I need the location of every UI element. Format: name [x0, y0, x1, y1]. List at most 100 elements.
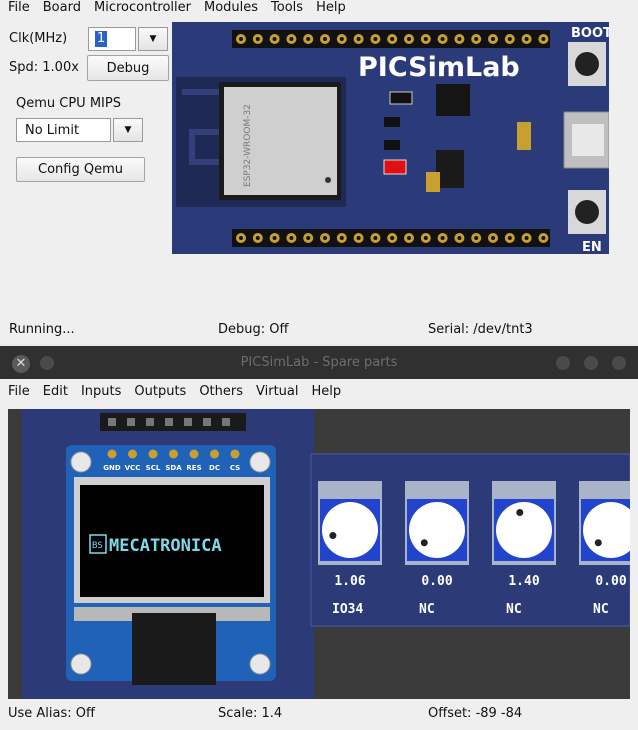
oled-pin-label: DC — [209, 464, 220, 472]
menu-inputs[interactable]: Inputs — [73, 384, 126, 400]
status-scale: Scale: 1.4 — [218, 706, 283, 721]
regulator-chip — [436, 150, 464, 188]
workspace-graphic: GND VCC SCL SDA RES DC CS BS MECATRONICA 1.06 I… — [22, 409, 638, 699]
pot-knob[interactable] — [409, 502, 465, 558]
header-pin — [184, 418, 192, 426]
top-pin-header — [232, 30, 550, 48]
menu-modules[interactable]: Modules — [196, 0, 263, 16]
config-qemu-button[interactable]: Config Qemu — [16, 157, 145, 182]
oled-pin-pad — [230, 449, 240, 459]
module-shield — [224, 87, 337, 195]
pin-hole — [507, 37, 512, 41]
oled-pin-label: CS — [230, 464, 240, 472]
status-running: Running... — [9, 322, 75, 337]
pin-hole — [339, 236, 344, 240]
menu-board[interactable]: Board — [35, 0, 86, 16]
pin-hole — [339, 37, 344, 41]
clk-select[interactable]: 1 — [88, 27, 136, 51]
qemu-dropdown-button[interactable]: ▼ — [113, 118, 143, 142]
parts-workspace[interactable]: GND VCC SCL SDA RES DC CS BS MECATRONICA 1.06 I… — [8, 409, 638, 699]
pot-pin-label: NC — [419, 602, 435, 617]
pin-hole — [239, 236, 243, 240]
pot-knob[interactable] — [496, 502, 552, 558]
menu-others[interactable]: Others — [191, 384, 248, 400]
oled-text: MECATRONICA — [109, 536, 222, 556]
regulator-tab — [426, 172, 440, 192]
pot-pin-label: NC — [593, 602, 609, 617]
flex-cable — [132, 613, 216, 685]
clk-label: Clk(MHz) — [9, 31, 68, 46]
header-pin — [127, 418, 135, 426]
menu-microcontroller[interactable]: Microcontroller — [86, 0, 196, 16]
board-title: PICSimLab — [358, 52, 520, 83]
minimize-icon[interactable] — [556, 356, 570, 370]
esp32-board[interactable]: ESP32-WROOM-32 PICSimLab BOOT EN — [172, 22, 612, 255]
oled-pin-pad — [169, 449, 178, 459]
oled-pin-pad — [128, 449, 137, 459]
maximize-icon[interactable] — [584, 356, 598, 370]
pot-indicator — [516, 508, 524, 516]
menu-file[interactable]: File — [0, 0, 35, 16]
oled-pin-label: VCC — [125, 464, 141, 472]
usb-uart-chip — [436, 84, 470, 116]
pin-hole — [323, 37, 327, 41]
pin-hole — [373, 236, 378, 240]
menu-outputs[interactable]: Outputs — [126, 384, 191, 400]
debug-button[interactable]: Debug — [87, 55, 169, 81]
oled-pin-pad — [107, 449, 117, 459]
pin-hole — [423, 236, 428, 240]
oled-logo: BS — [92, 541, 103, 551]
en-label: EN — [582, 240, 602, 254]
pin-hole — [356, 236, 361, 240]
board-graphic: ESP32-WROOM-32 PICSimLab BOOT EN — [176, 26, 612, 255]
menu-help[interactable]: Help — [308, 0, 351, 16]
oled-pin-label: SDA — [165, 464, 182, 472]
smd-component — [384, 117, 400, 127]
pin-hole — [440, 236, 445, 240]
mount-hole — [249, 451, 271, 473]
pin-hole — [272, 37, 277, 41]
mount-hole — [70, 451, 92, 473]
en-button-cap[interactable] — [575, 200, 599, 224]
pin-hole — [306, 236, 311, 240]
pin-hole — [407, 236, 411, 240]
header-pin — [146, 418, 154, 426]
pin-hole — [390, 37, 395, 41]
menu-edit[interactable]: Edit — [35, 384, 73, 400]
pin-hole — [255, 37, 260, 41]
pin-hole — [541, 37, 546, 41]
header-pin — [203, 418, 211, 426]
pin-hole — [407, 37, 411, 41]
pot-pin-label: IO34 — [332, 602, 363, 617]
header-pin — [222, 418, 230, 426]
boot-label: BOOT — [571, 26, 609, 41]
pin-hole — [491, 236, 495, 240]
menu-tools[interactable]: Tools — [263, 0, 308, 16]
mount-hole — [70, 653, 92, 675]
pot-value: 0.00 — [595, 574, 626, 589]
menu-virtual[interactable]: Virtual — [248, 384, 303, 400]
mount-hole — [249, 653, 271, 675]
oled-pin-pad — [148, 449, 158, 459]
module-pin1-dot — [325, 177, 331, 183]
oled-pin-label: SCL — [146, 464, 161, 472]
pot-indicator — [420, 539, 428, 547]
spare-titlebar: ✕ PICSimLab - Spare parts — [0, 346, 638, 379]
oled-pin-label: GND — [103, 464, 121, 472]
qemu-value: No Limit — [25, 123, 80, 138]
oled-pin-label: RES — [186, 464, 201, 472]
pin-hole — [423, 37, 428, 41]
pot-value: 1.40 — [508, 574, 539, 589]
menu-file[interactable]: File — [0, 384, 35, 400]
pin-hole — [524, 37, 529, 41]
window-control-icon[interactable] — [612, 356, 626, 370]
main-menubar: File Board Microcontroller Modules Tools… — [0, 0, 351, 16]
pin-hole — [323, 236, 327, 240]
menu-help[interactable]: Help — [304, 384, 347, 400]
clk-dropdown-button[interactable]: ▼ — [138, 27, 168, 51]
boot-button-cap[interactable] — [575, 52, 599, 76]
qemu-select[interactable]: No Limit — [16, 118, 111, 142]
pot-knob[interactable] — [322, 502, 378, 558]
pin-hole — [356, 37, 361, 41]
pin-hole — [239, 37, 243, 41]
